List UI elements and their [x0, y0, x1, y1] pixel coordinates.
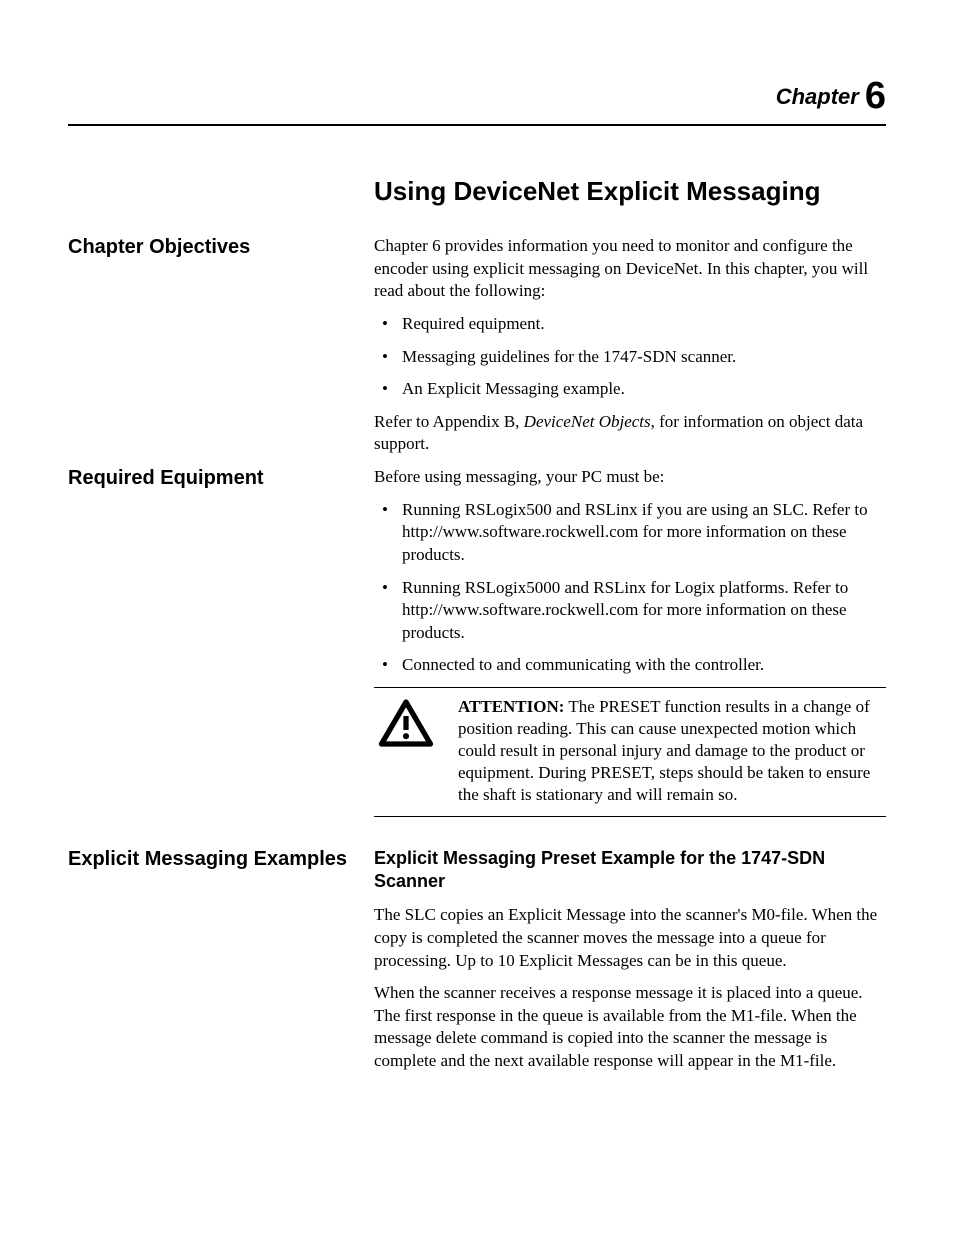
objectives-refer: Refer to Appendix B, DeviceNet Objects, …: [374, 411, 886, 456]
attention-block: ATTENTION: The PRESET function results i…: [374, 687, 886, 817]
page-title: Using DeviceNet Explicit Messaging: [374, 176, 886, 207]
section-objectives: Chapter Objectives Chapter 6 provides in…: [68, 235, 886, 466]
chapter-label: Chapter: [776, 84, 859, 109]
list-item: Connected to and communicating with the …: [374, 654, 886, 677]
section-equipment: Required Equipment Before using messagin…: [68, 466, 886, 817]
objectives-intro: Chapter 6 provides information you need …: [374, 235, 886, 303]
section-heading-objectives: Chapter Objectives: [68, 235, 354, 259]
attention-text: ATTENTION: The PRESET function results i…: [458, 696, 886, 806]
section-heading-examples: Explicit Messaging Examples: [68, 847, 354, 871]
title-row: Using DeviceNet Explicit Messaging: [68, 176, 886, 235]
equipment-intro: Before using messaging, your PC must be:: [374, 466, 886, 489]
list-item: Running RSLogix5000 and RSLinx for Logix…: [374, 577, 886, 645]
section-heading-equipment: Required Equipment: [68, 466, 354, 490]
examples-p1: The SLC copies an Explicit Message into …: [374, 904, 886, 972]
warning-icon: [374, 696, 458, 755]
section-examples: Explicit Messaging Examples Explicit Mes…: [68, 847, 886, 1082]
list-item: Messaging guidelines for the 1747-SDN sc…: [374, 346, 886, 369]
chapter-number: 6: [865, 75, 886, 117]
examples-subheading: Explicit Messaging Preset Example for th…: [374, 847, 886, 892]
list-item: Required equipment.: [374, 313, 886, 336]
list-item: Running RSLogix500 and RSLinx if you are…: [374, 499, 886, 567]
list-item: An Explicit Messaging example.: [374, 378, 886, 401]
document-page: Chapter6 Using DeviceNet Explicit Messag…: [0, 0, 954, 1235]
equipment-list: Running RSLogix500 and RSLinx if you are…: [374, 499, 886, 677]
chapter-header: Chapter6: [68, 75, 886, 126]
examples-p2: When the scanner receives a response mes…: [374, 982, 886, 1072]
objectives-list: Required equipment. Messaging guidelines…: [374, 313, 886, 401]
